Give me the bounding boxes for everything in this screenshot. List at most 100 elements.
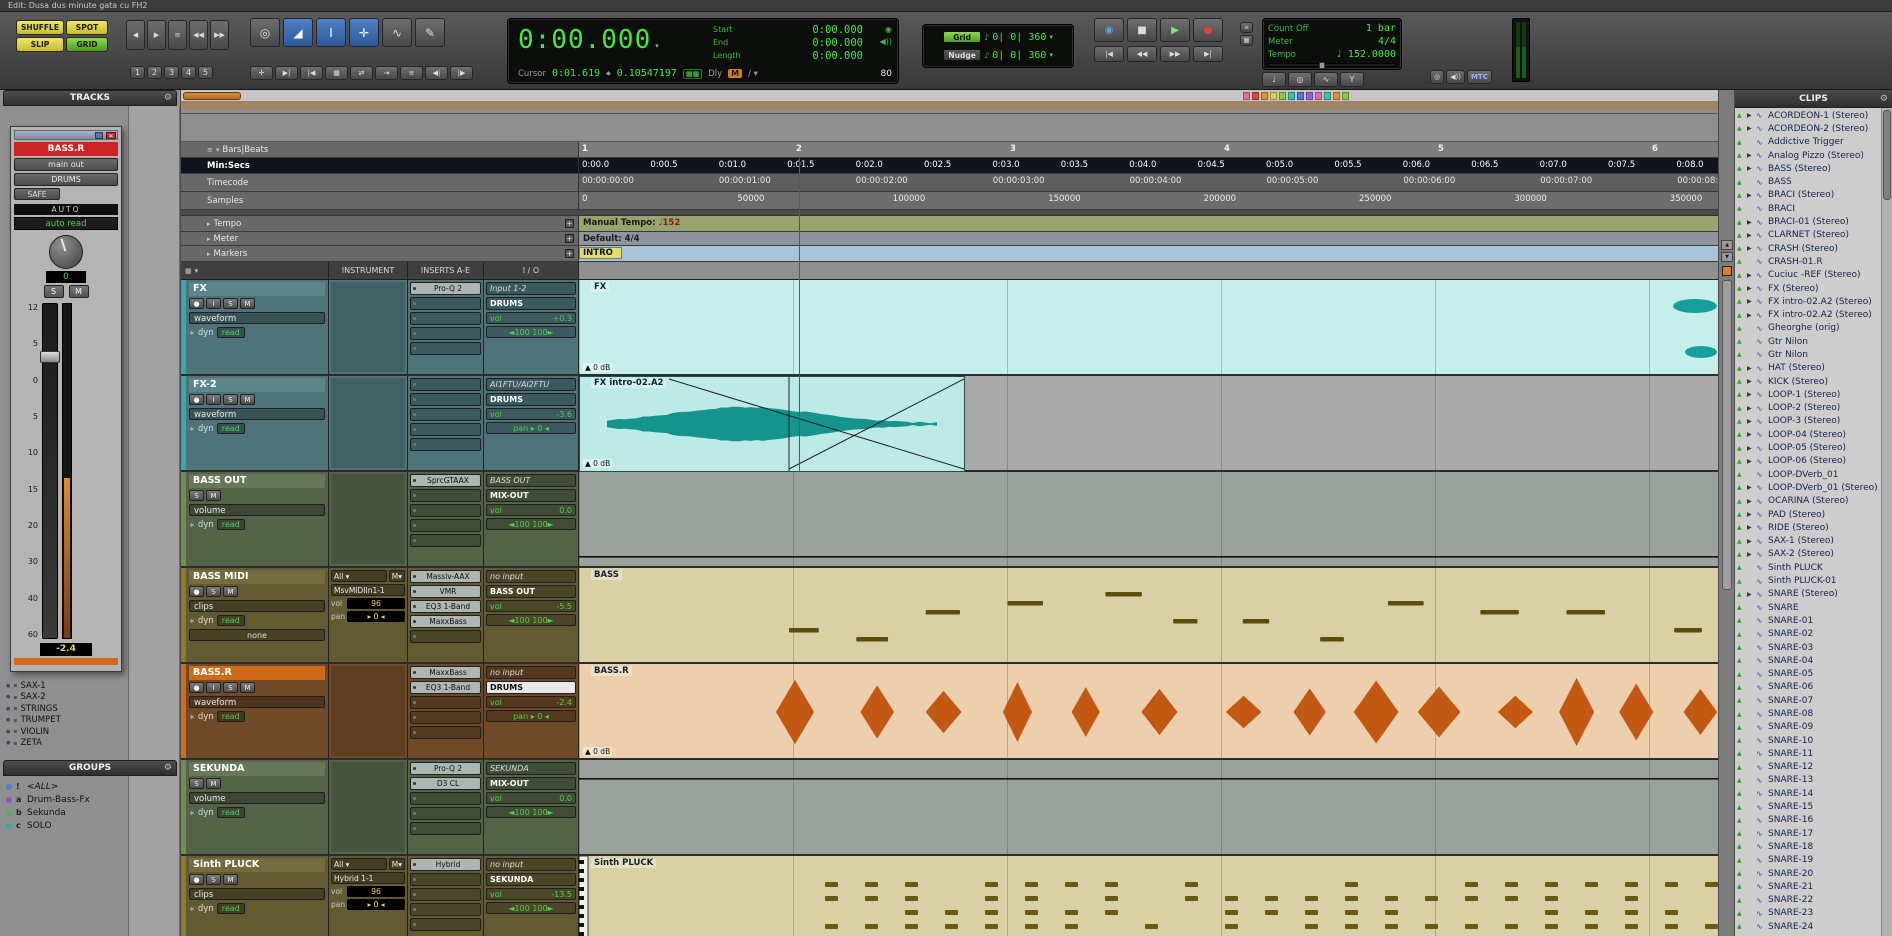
mute-button[interactable]: M [206,778,221,789]
main-counter-value[interactable]: 0:00.000 [518,25,651,55]
clip-item[interactable]: ▲ ▶ ∿ LOOP-04 (Stereo) [1735,428,1882,441]
insert-slot-empty[interactable] [410,711,481,724]
clip-item[interactable]: ▲ ∿ SNARE-01 [1735,614,1882,627]
link-track-edit-button[interactable]: ⇥ [375,66,398,80]
dyn-label[interactable]: dyn [198,520,214,530]
clip-item[interactable]: ▲ ▶ ∿ Analog Pizzo (Stereo) [1735,149,1882,162]
count-off-button[interactable]: ◎ [1288,72,1312,87]
add-tempo-button[interactable]: + [565,219,574,228]
mirrored-midi-button[interactable]: ▦ [325,66,348,80]
insert-slot-empty[interactable] [410,888,481,901]
clip-item[interactable]: ▲ ∿ SNARE-13 [1735,774,1882,787]
tracks-gear-icon[interactable]: ⚙ [164,93,172,103]
fast-forward-button[interactable]: ▶▶ [1160,46,1190,62]
fader-track-name[interactable]: BASS.R [14,142,118,156]
ruler-samples-label[interactable]: Samples [181,192,579,209]
fader-window-titlebar[interactable]: ✕ [14,130,118,140]
bars-ruler-timeline[interactable]: 1 2 3 4 5 6 [579,142,1718,157]
selection-field-value[interactable]: 0:00.000 [812,24,863,36]
grid-value[interactable]: 0| 0| 360 [992,32,1046,43]
zoom-preset-2-button[interactable]: 2 [147,66,162,79]
session-row-value[interactable]: ♩ 152.0000 [1336,49,1396,60]
zoom-preset-4-button[interactable]: 4 [181,66,196,79]
insert-slot-empty[interactable] [410,378,481,391]
solo-button[interactable]: S [206,586,221,597]
clip-item[interactable]: ▲ ∿ SNARE-11 [1735,747,1882,760]
clip-item[interactable]: ▲ ▶ ∿ LOOP-05 (Stereo) [1735,441,1882,454]
clip-item[interactable]: ▲ ▶ ∿ KICK (Stereo) [1735,375,1882,388]
mute-button[interactable]: M [223,874,238,885]
clip-item[interactable]: ▲ ∿ SNARE-04 [1735,654,1882,667]
zoom-in-vertical-button[interactable]: ▶▶ [210,20,229,50]
clip-expand-icon[interactable]: ▶ [1747,245,1754,252]
record-enable-button[interactable]: ● [189,682,204,693]
input-path-selector[interactable]: no input [486,666,576,679]
pan-width-value[interactable]: ◄100 100► [486,614,576,626]
clip-item[interactable]: ▲ ∿ SNARE [1735,601,1882,614]
clip-item[interactable]: ▲ ▶ ∿ FX intro-02.A2 (Stereo) [1735,295,1882,308]
clip-expand-icon[interactable]: ▶ [1747,312,1754,319]
output-path-selector[interactable]: DRUMS [486,393,576,406]
clip-gain-badge[interactable]: ▲ 0 dB [583,459,613,468]
session-row-value[interactable]: 1 bar [1366,23,1396,34]
output-path-selector[interactable]: MIX-OUT [486,489,576,502]
clip-expand-icon[interactable]: ▶ [1747,524,1754,531]
selection-field-value[interactable]: 0:00.000 [812,50,863,62]
clip-item[interactable]: ▲ ▶ ∿ CRASH (Stereo) [1735,242,1882,255]
input-path-selector[interactable]: Input 1-2 [486,282,576,295]
clip-item[interactable]: ▲ ∿ SNARE-05 [1735,667,1882,680]
dyn-label[interactable]: dyn [198,808,214,818]
input-path-selector[interactable]: BASS OUT [486,474,576,487]
clip-item[interactable]: ▲ ▶ ∿ ACORDEON-1 (Stereo) [1735,109,1882,122]
clip-item[interactable]: ▲ ▶ ∿ RIDE (Stereo) [1735,521,1882,534]
ruler-timecode-label[interactable]: Timecode [181,174,579,191]
midi-volume-value[interactable]: 96 [347,598,405,609]
track-name[interactable]: BASS OUT [189,474,325,488]
clip-expand-icon[interactable]: ▶ [1747,591,1754,598]
insert-slot-empty[interactable] [410,696,481,709]
clip-item[interactable]: ▲ ∿ SNARE-20 [1735,867,1882,880]
insert-slot-empty[interactable] [410,726,481,739]
clip-expand-icon[interactable]: ▶ [1747,538,1754,545]
clip-item[interactable]: ▲ ∿ Addictive Trigger [1735,136,1882,149]
dyn-label[interactable]: dyn [198,904,214,914]
zoom-preset-3-button[interactable]: 3 [164,66,179,79]
trim-tool[interactable]: ◢ [283,18,313,47]
clip-item[interactable]: ▲ ∿ SNARE-15 [1735,800,1882,813]
automation-mode-selector[interactable]: read [216,423,245,434]
clip-item[interactable]: ▲ ∿ Gtr Nilon [1735,335,1882,348]
track-name[interactable]: SEKUNDA [189,762,325,776]
insert-slot-empty[interactable] [410,873,481,886]
track-list-item[interactable]: ● ▪ STRINGS [6,703,128,715]
clip-item[interactable]: ▲ ∿ Gheorghe (orig) [1735,322,1882,335]
pan-width-value[interactable]: pan ▸ 0 ◂ [486,422,576,434]
clip-item[interactable]: ▲ ∿ Sinth PLUCK-01 [1735,574,1882,587]
clip-item[interactable]: ▲ ∿ SNARE-17 [1735,827,1882,840]
midi-channel-selector[interactable]: M▾ [388,570,405,582]
track-lane-bass-r[interactable]: BASS.R ▲ 0 dB [579,664,1718,758]
track-name[interactable]: FX-2 [189,378,325,392]
tempo-slider[interactable] [1268,62,1396,69]
clip-expand-icon[interactable]: ▶ [1747,272,1754,279]
midi-device-selector[interactable]: Hybrid 1-1 [331,872,405,884]
output-path-selector[interactable]: DRUMS [486,681,576,694]
track-lane-sinth-pluck[interactable]: Sinth PLUCK [579,856,1718,936]
dyn-label[interactable]: dyn [198,328,214,338]
clip-item[interactable]: ▲ ▶ ∿ OCARINA (Stereo) [1735,495,1882,508]
clip-item[interactable]: ▲ ∿ SNARE-16 [1735,814,1882,827]
clip-item[interactable]: ▲ ∿ SNARE-18 [1735,840,1882,853]
group-assign-button[interactable]: DRUMS [14,173,118,186]
pan-width-value[interactable]: ◄100 100► [486,806,576,818]
clip-expand-icon[interactable]: ▶ [1747,232,1754,239]
main-counter[interactable]: 0:00.000 ▾ [518,25,659,55]
delay-comp-badge[interactable]: M [728,69,743,78]
midi-device-selector[interactable]: MsvMIDIIn1-1 [331,584,405,596]
insert-slot[interactable]: VMR [410,585,481,598]
selection-field-value[interactable]: 0:00.000 [812,37,863,49]
marker-intro-chip[interactable]: INTRO [579,247,622,259]
midi-pan-value[interactable]: ▸ 0 ◂ [347,899,405,910]
volume-value[interactable]: -2.4 [40,643,92,656]
clip-expand-icon[interactable]: ▶ [1747,219,1754,226]
zoom-out-vertical-button[interactable]: ◀◀ [189,20,208,50]
insert-slot-empty[interactable] [410,792,481,805]
